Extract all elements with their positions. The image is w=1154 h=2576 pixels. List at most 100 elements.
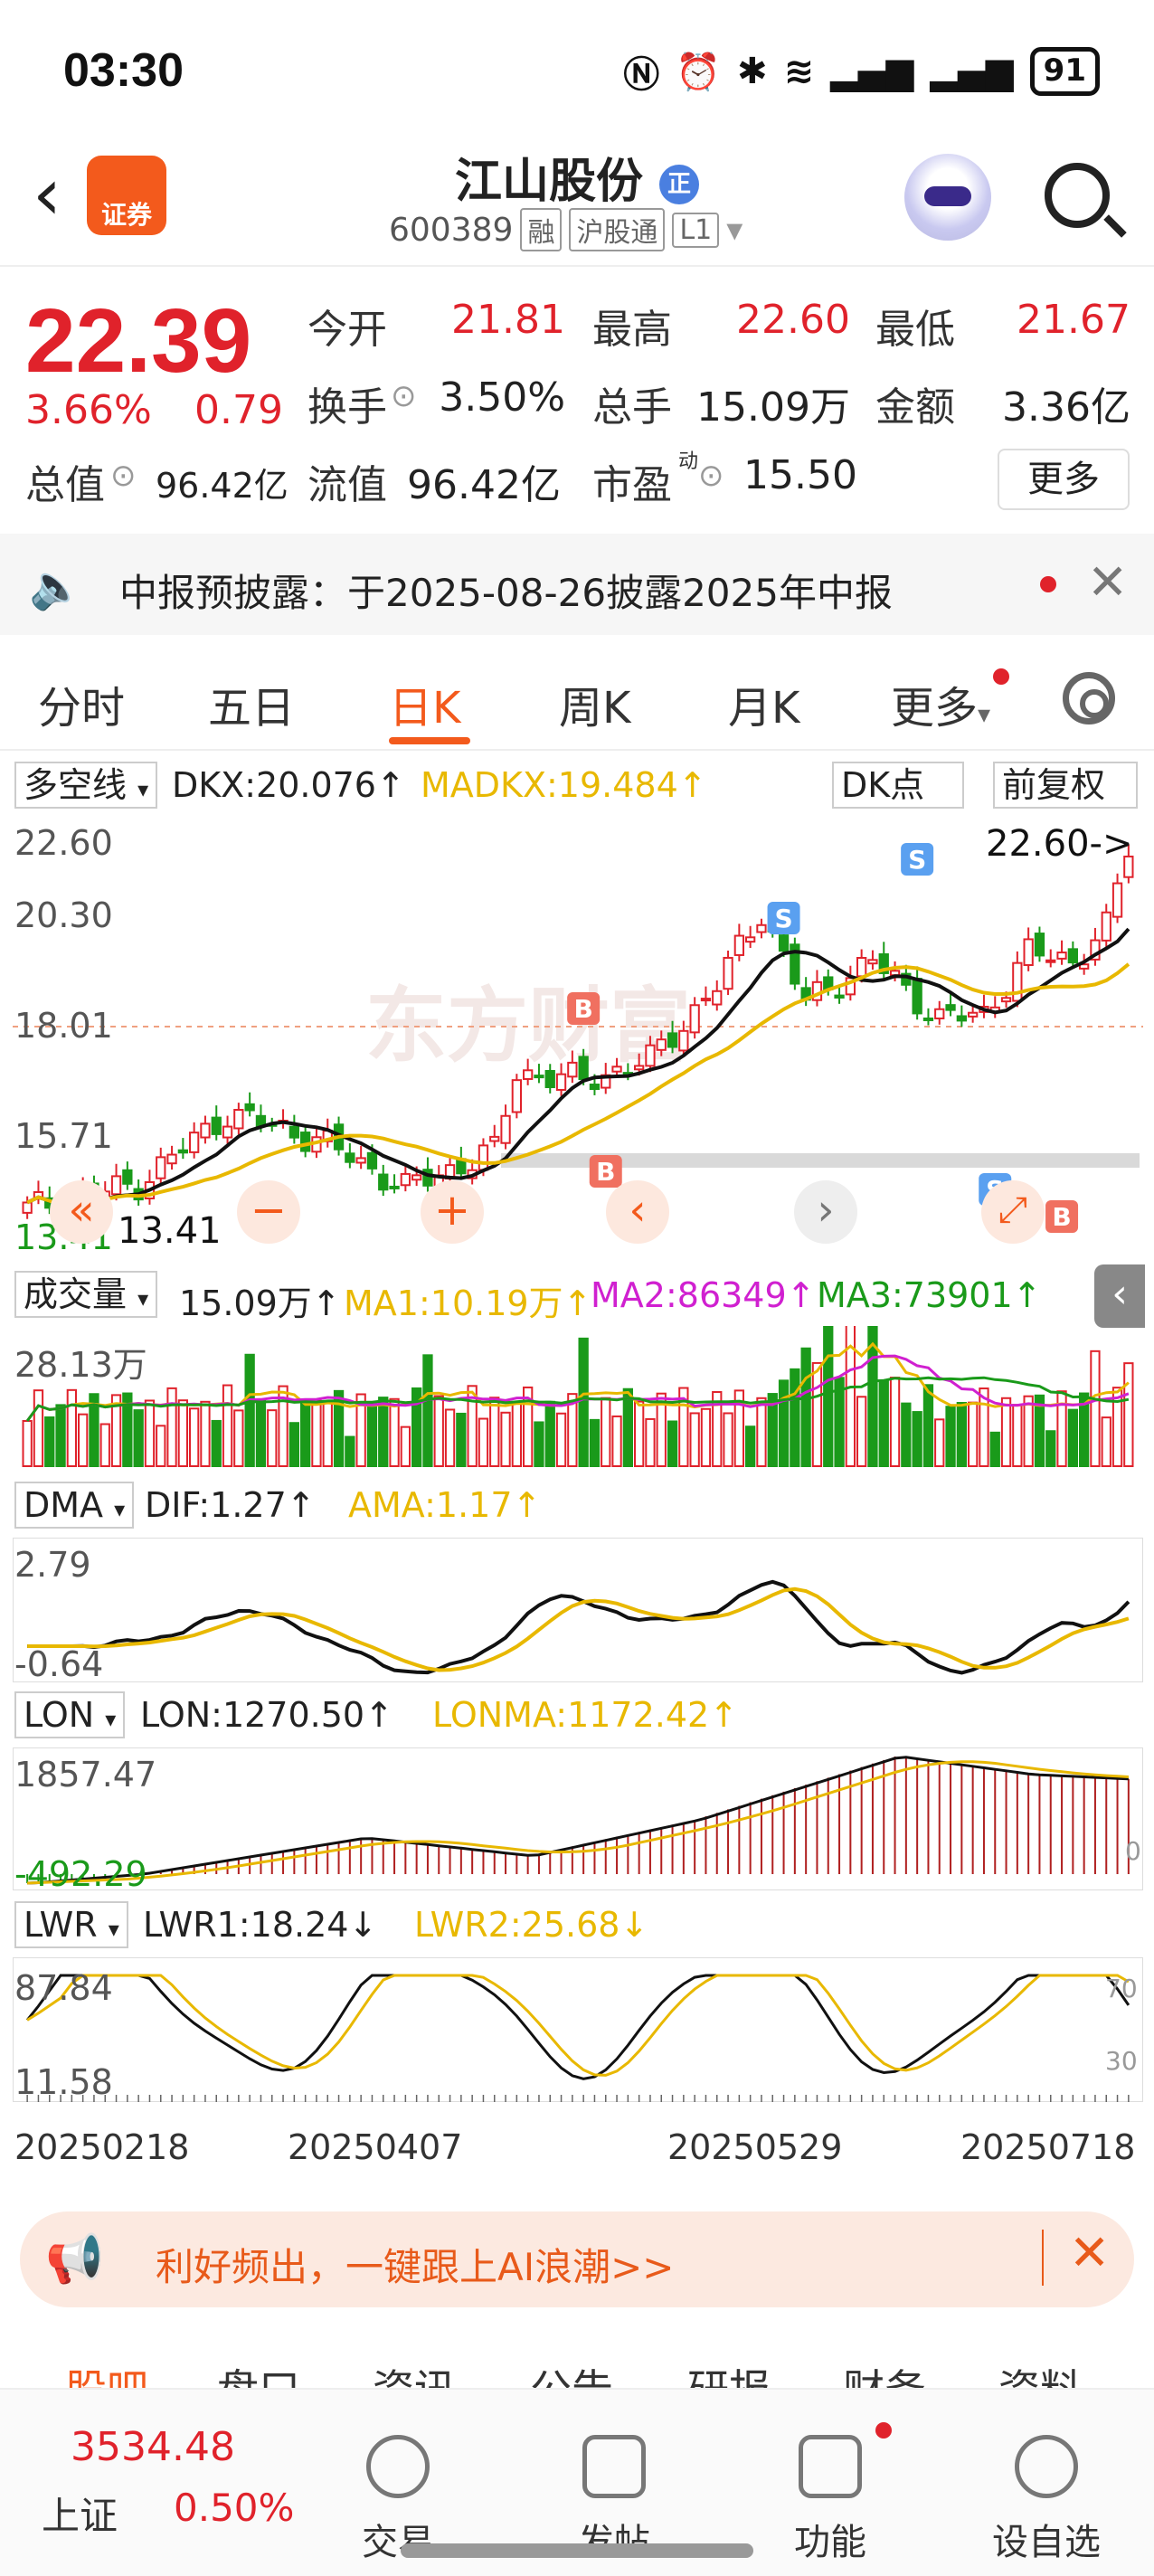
pe-value: 15.50 [743, 452, 857, 498]
subtab-news[interactable]: 资讯 [373, 2357, 456, 2388]
candle [1067, 948, 1078, 964]
banner-close-icon[interactable]: ✕ [1069, 2224, 1110, 2281]
candle [733, 934, 745, 956]
lon-indicator-select[interactable]: LON ▾ [14, 1691, 126, 1738]
volume-bar [878, 1379, 889, 1467]
index-value[interactable]: 3534.48 [71, 2424, 235, 2470]
volume-bar [300, 1402, 311, 1467]
volume-bar [311, 1398, 322, 1467]
volume-value: 15.09万↑ [179, 1283, 341, 1323]
candle [1056, 952, 1067, 960]
more-dots-icon [1015, 2435, 1078, 2498]
active-tab-underline [389, 737, 470, 744]
volume-indicator-select[interactable]: 成交量 ▾ [14, 1271, 158, 1318]
subtab-finance[interactable]: 财务 [843, 2357, 926, 2388]
volume-bar [244, 1353, 255, 1468]
candle [523, 1069, 534, 1080]
candle [355, 1157, 366, 1164]
bs-marker: B [567, 992, 601, 1025]
zoom-in-icon[interactable]: + [421, 1180, 484, 1244]
scroll-left-icon[interactable]: ‹ [606, 1180, 669, 1244]
adjust-button[interactable]: 前复权 [993, 762, 1138, 809]
ai-robot-icon[interactable] [904, 154, 991, 241]
more-quote-button[interactable]: 更多 [998, 449, 1130, 510]
subtab-profile[interactable]: 资料 [998, 2357, 1082, 2388]
tab-five-day[interactable]: 五日 [208, 672, 295, 735]
tab-monthly-k[interactable]: 月K [728, 672, 799, 735]
dk-point-button[interactable]: DK点 [832, 762, 964, 809]
close-icon[interactable]: ✕ [1087, 554, 1128, 611]
volume-bar [611, 1415, 622, 1467]
subtab-announcements[interactable]: 公告 [530, 2357, 613, 2388]
kline-indicator-select[interactable]: 多空线 ▾ [14, 762, 158, 809]
volume-bar [800, 1347, 811, 1468]
zoom-out-icon[interactable]: − [237, 1180, 300, 1244]
volume-bar [934, 1418, 945, 1467]
change-amount: 0.79 [194, 387, 283, 433]
info-icon-2[interactable]: ⊙ [110, 458, 137, 494]
high-label: 最高 [592, 307, 672, 353]
kline-chart[interactable]: 东方财富 BSBSBS [13, 819, 1143, 1253]
dma-indicator-select[interactable]: DMA ▾ [14, 1482, 135, 1529]
lwr1-line [25, 1974, 1130, 2080]
info-icon-3[interactable]: ⊙ [698, 458, 724, 494]
tab-timeshare[interactable]: 分时 [38, 672, 125, 735]
subtab-forum[interactable]: 股吧 [65, 2357, 148, 2388]
scroll-right-icon[interactable]: › [794, 1180, 857, 1244]
promo-banner[interactable]: 📢 利好频出，一键跟上AI浪潮>> ✕ [20, 2211, 1134, 2307]
kline-y-3: 18.01 [14, 1006, 113, 1046]
notice-bar[interactable]: 🔈 中报预披露：于2025-08-26披露2025年中报 ✕ [0, 534, 1154, 635]
collapse-panel-icon[interactable]: ‹ [1094, 1264, 1145, 1328]
candle [345, 1152, 355, 1163]
candle [1045, 959, 1056, 963]
turnover-value: 3.50% [439, 374, 565, 421]
volume-bar [255, 1398, 267, 1467]
scroll-left-fast-icon[interactable]: « [50, 1180, 113, 1244]
candle [689, 1004, 700, 1034]
tag-connect: 沪股通 [569, 208, 666, 251]
bluetooth-icon: ✱ [737, 51, 768, 92]
megaphone-icon: 📢 [45, 2232, 104, 2287]
settings-gear-icon[interactable] [1063, 672, 1115, 724]
index-change[interactable]: 0.50% [174, 2486, 294, 2530]
candle [122, 1169, 133, 1185]
tab-daily-k[interactable]: 日K [389, 672, 460, 735]
amount-value: 3.36亿 [1002, 384, 1130, 431]
tag-margin: 融 [520, 208, 563, 251]
candle [745, 936, 756, 943]
info-icon[interactable]: ⊙ [391, 378, 417, 414]
functions-button[interactable]: 功能 [762, 2435, 898, 2565]
notice-text[interactable]: 中报预披露：于2025-08-26披露2025年中报 [119, 563, 893, 618]
candle [1101, 911, 1111, 942]
subtab-research[interactable]: 研报 [687, 2357, 771, 2388]
add-watchlist-button[interactable]: 设自选 [979, 2435, 1114, 2565]
index-name[interactable]: 上证 [42, 2486, 118, 2541]
dma-selector-label: DMA [24, 1485, 104, 1525]
volume-bar [634, 1400, 645, 1467]
volume-bar [901, 1402, 912, 1467]
volume-bar [222, 1384, 233, 1467]
lwr-indicator-select[interactable]: LWR ▾ [14, 1901, 128, 1948]
volume-bar [144, 1399, 156, 1467]
fullscreen-icon[interactable]: ⤢ [981, 1180, 1045, 1244]
subtab-orderbook[interactable]: 盘口 [217, 2357, 300, 2388]
banner-text[interactable]: 利好频出，一键跟上AI浪潮>> [156, 2237, 675, 2292]
low-marker: 13.41 [118, 1210, 222, 1252]
lwr2-value: LWR2:25.68↓ [414, 1905, 649, 1945]
candle [945, 1004, 956, 1011]
tab-more[interactable]: 更多▾ [891, 672, 990, 735]
lwr-chart [13, 1957, 1143, 2102]
volume-bar [1045, 1430, 1056, 1467]
date-label-1: 20250218 [14, 2127, 190, 2167]
lwr-y-bottom: 11.58 [14, 2062, 113, 2102]
date-label-2: 20250407 [288, 2127, 463, 2167]
status-time: 03:30 [63, 44, 184, 97]
dropdown-icon-lwr: ▾ [108, 1917, 119, 1942]
tab-weekly-k[interactable]: 周K [559, 672, 630, 735]
stock-code-line[interactable]: 600389 融 沪股通 L1 ▾ [389, 208, 743, 251]
volume-bar [945, 1406, 956, 1467]
candle [912, 978, 922, 1015]
volume-bar [645, 1417, 656, 1467]
volume-label: 总手 [592, 384, 672, 431]
search-icon[interactable] [1045, 163, 1110, 228]
